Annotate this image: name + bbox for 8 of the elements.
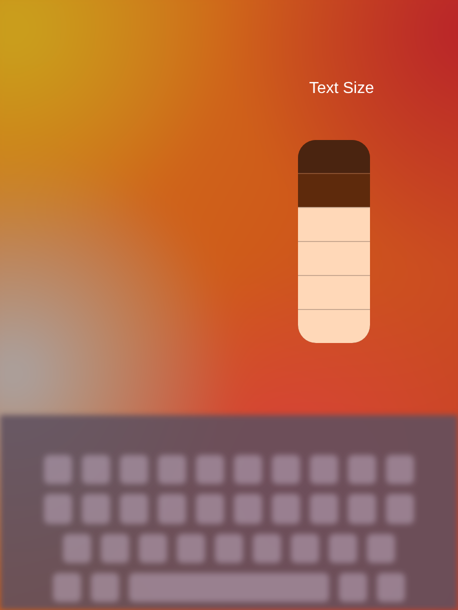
slider-segment[interactable] — [298, 275, 370, 309]
slider-segment[interactable] — [298, 140, 370, 173]
slider-segment[interactable] — [298, 173, 370, 207]
slider-segment[interactable] — [298, 241, 370, 275]
slider-segment[interactable] — [298, 207, 370, 241]
text-size-slider[interactable] — [298, 140, 370, 343]
slider-segment[interactable] — [298, 309, 370, 343]
text-size-title: Text Size — [309, 79, 374, 99]
